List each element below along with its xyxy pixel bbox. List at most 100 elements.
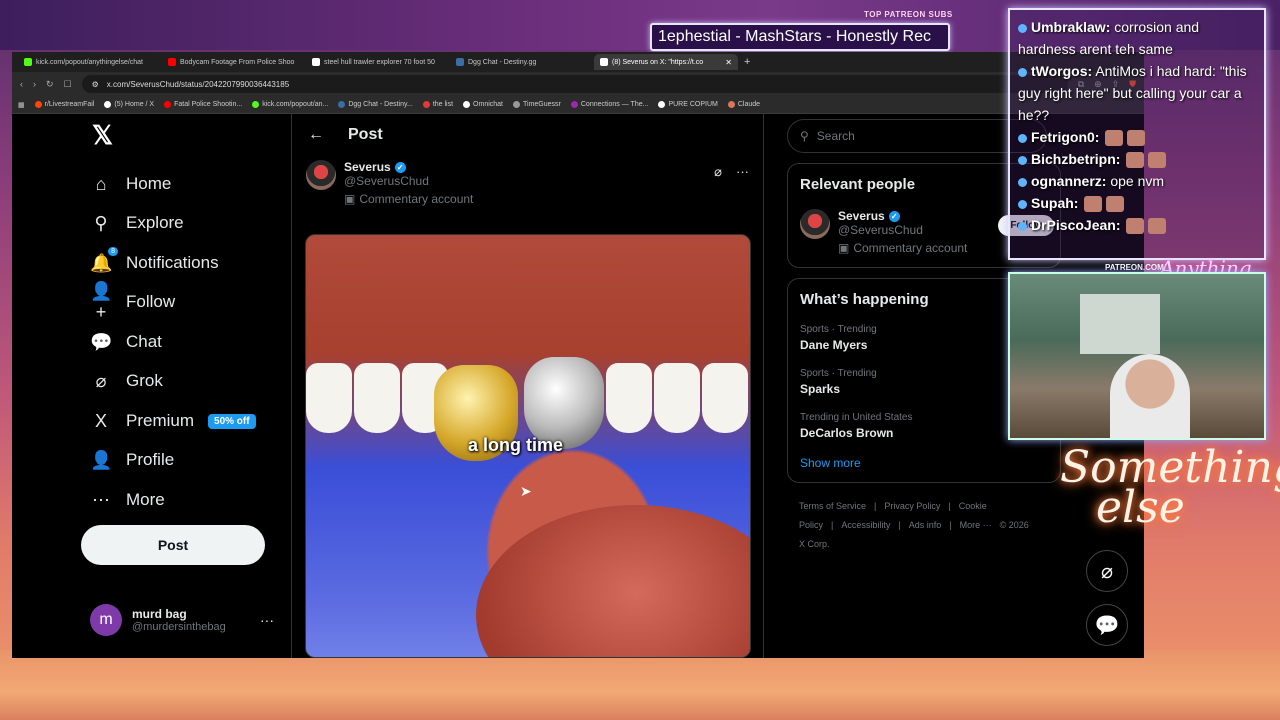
more-options-icon[interactable]: ··· xyxy=(736,164,749,180)
account-handle: @murdersinthebag xyxy=(132,621,226,633)
new-tab-icon[interactable]: + xyxy=(744,56,750,68)
bookmark-item[interactable]: TimeGuessr xyxy=(513,101,561,108)
bookmark-item[interactable]: Omnichat xyxy=(463,101,503,108)
bookmark-item[interactable]: Fatal Police Shootin... xyxy=(164,101,242,108)
browser-tab[interactable]: Dgg Chat - Destiny.gg xyxy=(450,54,594,70)
chat-message: Fetrigon0: xyxy=(1018,126,1256,148)
footer-divider: | xyxy=(948,501,951,511)
commentary-icon: ▣ xyxy=(838,241,850,255)
chat-message: Bichzbetripn: xyxy=(1018,148,1256,170)
bookmark-favicon-icon xyxy=(164,101,172,108)
bookmark-item[interactable]: Dgg Chat - Destiny... xyxy=(338,101,413,108)
notifications-icon: 🔔 8 xyxy=(90,246,118,274)
relevant-tag: ▣ Commentary account xyxy=(838,241,968,255)
patreon-url-label: PATREON.COM/ xyxy=(1105,263,1167,272)
chat-badge-icon xyxy=(1018,67,1027,77)
footer-link[interactable]: Terms of Service xyxy=(799,501,866,511)
chat-username: Umbraklaw: xyxy=(1031,19,1111,35)
nav-item-explore[interactable]: ⚲ Explore xyxy=(90,208,183,238)
nav-item-profile[interactable]: 👤 Profile xyxy=(90,445,174,475)
grok-icon[interactable]: ⌀ xyxy=(714,164,722,180)
bookmark-favicon-icon xyxy=(338,101,346,108)
nav-item-grok[interactable]: ⌀ Grok xyxy=(90,366,163,396)
show-more-link[interactable]: Show more xyxy=(800,456,1048,470)
premium-discount-badge: 50% off xyxy=(208,413,256,429)
more-icon: ⋯ xyxy=(92,489,110,510)
back-icon[interactable]: ‹ xyxy=(20,79,23,89)
browser-tab[interactable]: kick.com/popout/anythingelse/chat xyxy=(18,54,162,70)
something-else-logo: Something else xyxy=(1060,442,1280,533)
grok-fab-icon[interactable]: ⌀ xyxy=(1086,550,1128,592)
chat-message: Umbraklaw: corrosion and hardness arent … xyxy=(1018,16,1256,60)
bookmark-item[interactable]: r/LivestreamFail xyxy=(34,101,94,108)
author-avatar[interactable] xyxy=(306,160,336,190)
nav-item-notifications[interactable]: 🔔 8 Notifications xyxy=(90,246,219,278)
bookmark-favicon-icon xyxy=(34,101,42,108)
chat-message: tWorgos: AntiMos i had hard: "this guy r… xyxy=(1018,60,1256,126)
avatar: m xyxy=(90,604,122,636)
bookmark-item[interactable]: (5) Home / X xyxy=(104,101,154,108)
cam-shelf xyxy=(1080,294,1160,354)
author-name-row: Severus ✓ xyxy=(344,160,473,174)
account-switcher[interactable]: m murd bag @murdersinthebag ··· xyxy=(90,604,280,636)
search-icon: ⚲ xyxy=(800,129,809,143)
reload-icon[interactable]: ↻ xyxy=(46,79,54,90)
bookmarks-bar: ▦ r/LivestreamFail (5) Home / X Fatal Poli… xyxy=(12,96,1144,114)
chat-username: ognannerz: xyxy=(1031,173,1107,189)
nav-item-chat[interactable]: 💬 Chat xyxy=(90,327,162,357)
author-handle[interactable]: @SeverusChud xyxy=(344,174,473,188)
patreon-ticker: 1ephestial - MashStars - Honestly Rec xyxy=(650,23,950,51)
chat-badge-icon xyxy=(1018,177,1027,187)
bookmark-icon[interactable]: ☐ xyxy=(64,79,72,90)
post-button[interactable]: Post xyxy=(81,525,265,565)
x-page: 𝕏 ⌂ Home ⚲ Explore 🔔 8 Notifications 👤+ Follow 💬 C… xyxy=(12,114,1144,658)
chat-badge-icon xyxy=(1018,221,1027,231)
footer-link[interactable]: Accessibility xyxy=(841,520,890,530)
emote-icon xyxy=(1127,130,1146,147)
browser-tab[interactable]: steel hull trawler explorer 70 foot 50 xyxy=(306,54,450,70)
nav-item-more[interactable]: ⋯ More xyxy=(90,485,165,515)
footer-divider: | xyxy=(831,520,834,530)
bookmark-favicon-icon xyxy=(422,101,430,108)
nav-label: Profile xyxy=(126,450,175,469)
bookmark-favicon-icon xyxy=(104,101,112,108)
post-author[interactable]: Severus ✓ @SeverusChud ▣ Commentary acco… xyxy=(306,160,473,206)
stream-chat: Umbraklaw: corrosion and hardness arent … xyxy=(1008,8,1266,260)
relevant-name[interactable]: Severus xyxy=(838,209,885,223)
nav-item-follow[interactable]: 👤+ Follow xyxy=(90,281,175,322)
tab-favicon-icon xyxy=(600,58,608,66)
grok-icon: ⌀ xyxy=(95,370,107,391)
author-name[interactable]: Severus xyxy=(344,160,391,174)
nav-item-premium[interactable]: X Premium 50% off xyxy=(90,406,256,436)
x-logo-icon[interactable]: 𝕏 xyxy=(92,120,113,151)
bookmark-item[interactable]: kick.com/popout/an... xyxy=(252,101,328,108)
chat-badge-icon xyxy=(1018,23,1027,33)
forward-icon[interactable]: › xyxy=(33,79,36,89)
apps-icon[interactable]: ▦ xyxy=(18,101,25,109)
browser-tab[interactable]: (8) Severus on X: "https://t.co ✕ xyxy=(594,54,738,70)
browser-window: kick.com/popout/anythingelse/chat Bodycam… xyxy=(12,52,1144,658)
address-input[interactable]: ⚙ x.com/SeverusChud/status/2042207990036… xyxy=(81,75,1068,93)
explore-icon: ⚲ xyxy=(94,212,108,233)
relevant-avatar[interactable] xyxy=(800,209,830,239)
bookmark-item[interactable]: Connections — The... xyxy=(570,101,648,108)
post-video[interactable]: a long time ➤ xyxy=(305,234,751,658)
chat-message: DrPiscoJean: xyxy=(1018,214,1256,236)
footer-link[interactable]: Ads info xyxy=(909,520,942,530)
bookmark-item[interactable]: PURE COPIUM xyxy=(658,101,718,108)
footer-link[interactable]: More ··· xyxy=(960,520,992,530)
back-arrow-icon[interactable]: ← xyxy=(308,126,324,144)
chat-badge-icon xyxy=(1018,199,1027,209)
site-info-icon[interactable]: ⚙ xyxy=(92,80,99,89)
tab-favicon-icon xyxy=(456,58,464,66)
emote-icon xyxy=(1148,218,1167,235)
bookmark-item[interactable]: Claude xyxy=(727,101,760,108)
close-icon[interactable]: ✕ xyxy=(725,58,732,67)
footer-link[interactable]: Privacy Policy xyxy=(884,501,940,511)
account-name: murd bag xyxy=(132,607,187,621)
more-dots-icon[interactable]: ··· xyxy=(260,612,274,628)
bookmark-item[interactable]: the list xyxy=(422,101,453,108)
messages-fab-icon[interactable]: 💬 xyxy=(1086,604,1128,646)
nav-item-home[interactable]: ⌂ Home xyxy=(90,169,172,199)
browser-tab[interactable]: Bodycam Footage From Police Shoo xyxy=(162,54,306,70)
